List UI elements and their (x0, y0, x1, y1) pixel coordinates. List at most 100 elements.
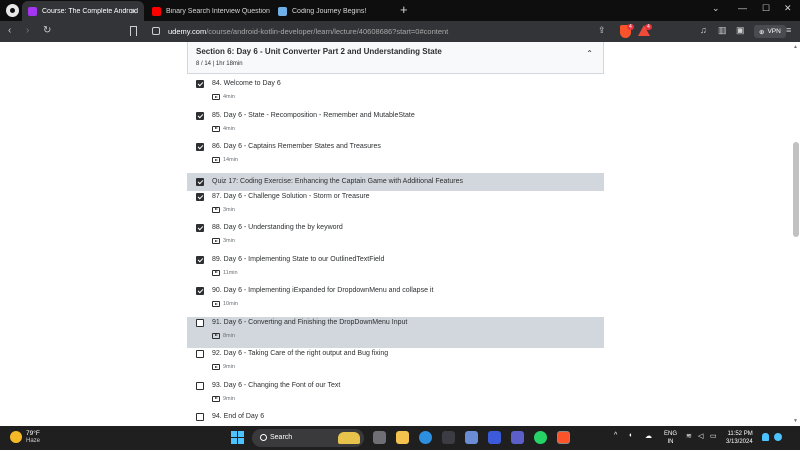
lecture-title: 84. Welcome to Day 6 (212, 80, 281, 87)
wallet-icon[interactable]: ▣ (736, 25, 745, 36)
battery-icon[interactable]: ▭ (710, 432, 717, 440)
completion-checkbox[interactable] (196, 177, 204, 186)
completion-checkbox[interactable] (196, 287, 204, 295)
wifi-icon[interactable]: ≋ (686, 432, 692, 440)
chevron-up-icon[interactable]: ^ (614, 432, 617, 439)
lecture-item[interactable]: 84. Welcome to Day 6 4min (187, 78, 604, 109)
search-icon (260, 434, 267, 441)
maximize-icon[interactable]: ☐ (762, 3, 770, 14)
minimize-icon[interactable]: — (738, 3, 747, 13)
lecture-item[interactable]: 85. Day 6 - State - Recomposition - Reme… (187, 110, 604, 141)
section-header[interactable]: Section 6: Day 6 - Unit Converter Part 2… (187, 42, 604, 74)
page-scrollbar[interactable]: ▲ ▼ (792, 42, 800, 426)
task-view-icon[interactable] (373, 431, 386, 444)
store-icon[interactable] (442, 431, 455, 444)
lecture-meta: 3min (212, 206, 235, 213)
close-window-icon[interactable]: ✕ (784, 3, 792, 14)
android-studio-icon[interactable] (488, 431, 501, 444)
lecture-item[interactable]: 92. Day 6 - Taking Care of the right out… (187, 348, 604, 379)
close-tab-icon[interactable]: ✕ (130, 7, 137, 16)
file-explorer-icon[interactable] (396, 431, 409, 444)
bookmark-icon[interactable] (130, 26, 137, 36)
completion-checkbox[interactable] (196, 111, 204, 120)
completion-checkbox[interactable] (196, 381, 204, 390)
taskbar: 79°F Haze Search ^ ◐ ☁ ENG IN ≋ ◁ ▭ 11:5… (0, 426, 800, 450)
vpn-button[interactable]: ⊕ VPN (754, 25, 786, 38)
github-icon[interactable] (6, 4, 19, 17)
lecture-item[interactable]: 89. Day 6 - Implementing State to our Ou… (187, 254, 604, 285)
address-bar: ‹ › ↻ udemy.com/course/android-kotlin-de… (0, 21, 800, 42)
quiz-item[interactable]: Quiz 17: Coding Exercise: Enhancing the … (187, 172, 604, 191)
lecture-title: 86. Day 6 - Captains Remember States and… (212, 143, 381, 150)
media-icon[interactable]: ♫ (700, 25, 707, 35)
back-icon[interactable]: ‹ (8, 25, 11, 36)
share-icon[interactable]: ⇪ (598, 25, 606, 36)
tab-udemy-course[interactable]: Course: The Complete Android ✕ (22, 1, 144, 21)
taskbar-search[interactable]: Search (252, 429, 364, 447)
lecture-item[interactable]: 90. Day 6 - Implementing iExpanded for D… (187, 285, 604, 316)
lecture-title: 88. Day 6 - Understanding the by keyword (212, 224, 343, 231)
chevron-up-icon[interactable]: ⌃ (586, 49, 593, 58)
volume-icon[interactable]: ◁ (698, 432, 703, 440)
language-indicator[interactable]: ENG IN (664, 430, 677, 446)
lecture-title: 87. Day 6 - Challenge Solution - Storm o… (212, 192, 370, 200)
menu-icon[interactable]: ≡ (786, 25, 791, 35)
video-icon (212, 364, 220, 370)
completion-checkbox[interactable] (196, 192, 204, 201)
reload-icon[interactable]: ↻ (43, 25, 51, 36)
url-field[interactable]: udemy.com/course/android-kotlin-develope… (168, 27, 448, 36)
scroll-thumb[interactable] (793, 142, 799, 237)
forward-icon[interactable]: › (26, 25, 29, 36)
copilot-icon[interactable] (774, 433, 782, 441)
lecture-meta: 3min (212, 238, 235, 244)
weather-icon[interactable] (10, 431, 22, 443)
lecture-duration: 10min (223, 301, 238, 307)
tab-search-chevron-icon[interactable]: ⌄ (712, 3, 720, 14)
lecture-item[interactable]: 87. Day 6 - Challenge Solution - Storm o… (187, 191, 604, 222)
completion-checkbox[interactable] (196, 318, 204, 327)
lecture-duration: 9min (223, 364, 235, 370)
completion-checkbox[interactable] (196, 255, 204, 264)
tab-title: Coding Journey Begins! (292, 7, 367, 15)
site-info-icon[interactable] (152, 27, 160, 35)
completion-checkbox[interactable] (196, 143, 204, 151)
tab-coding-journey[interactable]: Coding Journey Begins! (272, 1, 396, 21)
app-icon[interactable] (465, 431, 478, 444)
lecture-meta: 10min (212, 301, 238, 307)
vpn-label: VPN (767, 28, 781, 35)
teams-icon[interactable] (511, 431, 524, 444)
cloud-icon[interactable]: ☁ (645, 432, 652, 440)
app-tray-icon[interactable]: ◐ (629, 432, 633, 439)
completion-checkbox[interactable] (196, 80, 204, 88)
completion-checkbox[interactable] (196, 350, 204, 358)
tab-favicon-icon (278, 6, 287, 16)
section-progress: 8 / 14 | 1hr 18min (196, 61, 243, 67)
lecture-title: 89. Day 6 - Implementing State to our Ou… (212, 255, 385, 263)
lecture-item[interactable]: 86. Day 6 - Captains Remember States and… (187, 141, 604, 172)
whatsapp-icon[interactable] (534, 431, 547, 444)
tab-binary-search[interactable]: Binary Search Interview Questions (146, 1, 270, 21)
start-icon[interactable] (231, 431, 244, 444)
brave-icon[interactable] (557, 431, 570, 444)
lecture-duration: 4min (223, 94, 235, 100)
lecture-item[interactable]: 94. End of Day 6 (187, 411, 604, 426)
lecture-meta: 14min (212, 157, 238, 163)
video-icon (212, 395, 220, 402)
notifications-icon[interactable] (762, 433, 769, 441)
clock[interactable]: 11:52 PM 3/13/2024 (726, 430, 753, 446)
region-code: IN (667, 439, 674, 445)
lecture-item[interactable]: 88. Day 6 - Understanding the by keyword… (187, 222, 604, 253)
new-tab-button[interactable]: + (400, 2, 408, 17)
lecture-meta: 9min (212, 364, 235, 370)
sidebar-icon[interactable]: ▥ (718, 25, 727, 36)
completion-checkbox[interactable] (196, 224, 204, 232)
edge-icon[interactable] (419, 431, 432, 444)
lecture-item[interactable]: 93. Day 6 - Changing the Font of our Tex… (187, 380, 604, 411)
scroll-up-icon[interactable]: ▲ (793, 44, 798, 50)
lecture-meta: 4min (212, 94, 235, 100)
clock-time: 11:52 PM (727, 431, 753, 437)
lecture-duration: 3min (223, 206, 235, 213)
scroll-down-icon[interactable]: ▼ (793, 418, 798, 424)
completion-checkbox[interactable] (196, 413, 204, 421)
lecture-item[interactable]: 91. Day 6 - Converting and Finishing the… (187, 316, 604, 348)
